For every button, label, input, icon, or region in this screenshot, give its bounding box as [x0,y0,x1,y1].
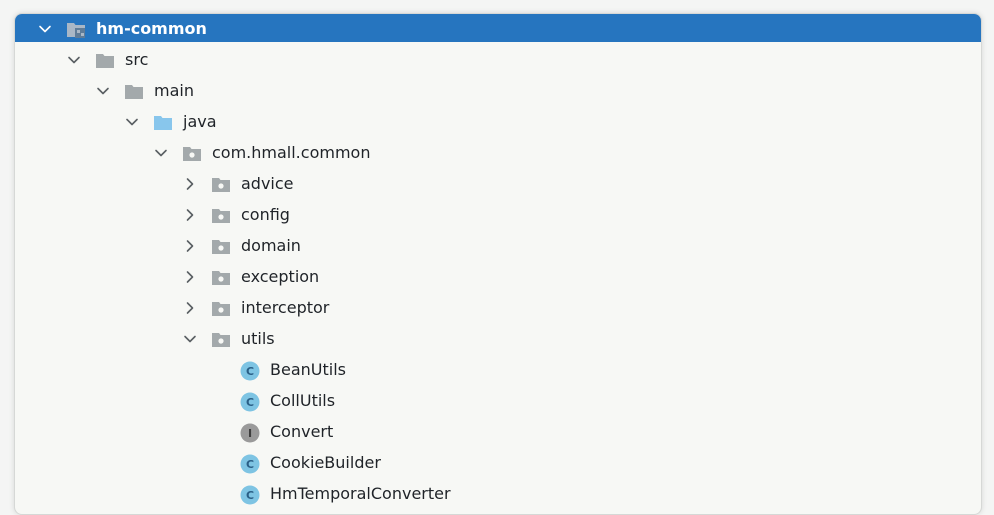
tree-item-config[interactable]: config [15,200,981,231]
class-icon: C [240,485,260,505]
tree-item-collutils[interactable]: C CollUtils [15,386,981,417]
svg-text:I: I [248,427,252,440]
chevron-right-icon[interactable] [182,300,198,316]
source-folder-icon [153,113,173,133]
chevron-down-icon[interactable] [66,52,82,68]
folder-icon [124,82,144,102]
chevron-down-icon[interactable] [124,114,140,130]
chevron-right-icon[interactable] [182,176,198,192]
tree-item-label: exception [241,267,320,286]
tree-item-beanutils[interactable]: C BeanUtils [15,355,981,386]
tree-item-label: Convert [270,422,334,441]
tree-item-label: interceptor [241,298,330,317]
project-tree: hm-common src main java com.hmall.common advi… [15,14,981,514]
package-icon [211,330,231,350]
package-icon [211,237,231,257]
tree-item-utils[interactable]: utils [15,324,981,355]
tree-item-label: CookieBuilder [270,453,381,472]
chevron-right-icon[interactable] [182,269,198,285]
tree-item-main[interactable]: main [15,76,981,107]
package-icon [211,268,231,288]
tree-item-java[interactable]: java [15,107,981,138]
tree-item-cookiebuilder[interactable]: C CookieBuilder [15,448,981,479]
tree-item-label: com.hmall.common [212,143,371,162]
svg-text:C: C [246,489,254,502]
tree-item-exception[interactable]: exception [15,262,981,293]
module-icon [66,20,86,40]
tree-item-domain[interactable]: domain [15,231,981,262]
project-tool-window: hm-common src main java com.hmall.common advi… [14,13,982,515]
tree-item-label: hm-common [96,19,207,38]
chevron-right-icon[interactable] [182,207,198,223]
tree-item-advice[interactable]: advice [15,169,981,200]
svg-text:C: C [246,458,254,471]
tree-item-label: CollUtils [270,391,336,410]
class-icon: C [240,392,260,412]
tree-item-interceptor[interactable]: interceptor [15,293,981,324]
tree-item-hmtemporalconverter[interactable]: C HmTemporalConverter [15,479,981,510]
tree-item-label: utils [241,329,275,348]
class-icon: C [240,361,260,381]
tree-item-label: main [154,81,194,100]
chevron-down-icon[interactable] [37,21,53,37]
package-icon [211,175,231,195]
tree-item-label: BeanUtils [270,360,346,379]
package-icon [182,144,202,164]
package-icon [211,206,231,226]
folder-icon [95,51,115,71]
tree-item-label: java [183,112,217,131]
tree-item-label: advice [241,174,294,193]
tree-item-com-hmall-common[interactable]: com.hmall.common [15,138,981,169]
tree-item-src[interactable]: src [15,45,981,76]
tree-item-label: HmTemporalConverter [270,484,451,503]
chevron-down-icon[interactable] [153,145,169,161]
class-icon: C [240,454,260,474]
chevron-right-icon[interactable] [182,238,198,254]
tree-item-label: domain [241,236,301,255]
tree-item-hm-common[interactable]: hm-common [15,14,981,42]
package-icon [211,299,231,319]
tree-item-convert[interactable]: I Convert [15,417,981,448]
tree-item-label: config [241,205,290,224]
chevron-down-icon[interactable] [182,331,198,347]
interface-icon: I [240,423,260,443]
tree-item-label: src [125,50,149,69]
chevron-down-icon[interactable] [95,83,111,99]
svg-text:C: C [246,365,254,378]
svg-text:C: C [246,396,254,409]
